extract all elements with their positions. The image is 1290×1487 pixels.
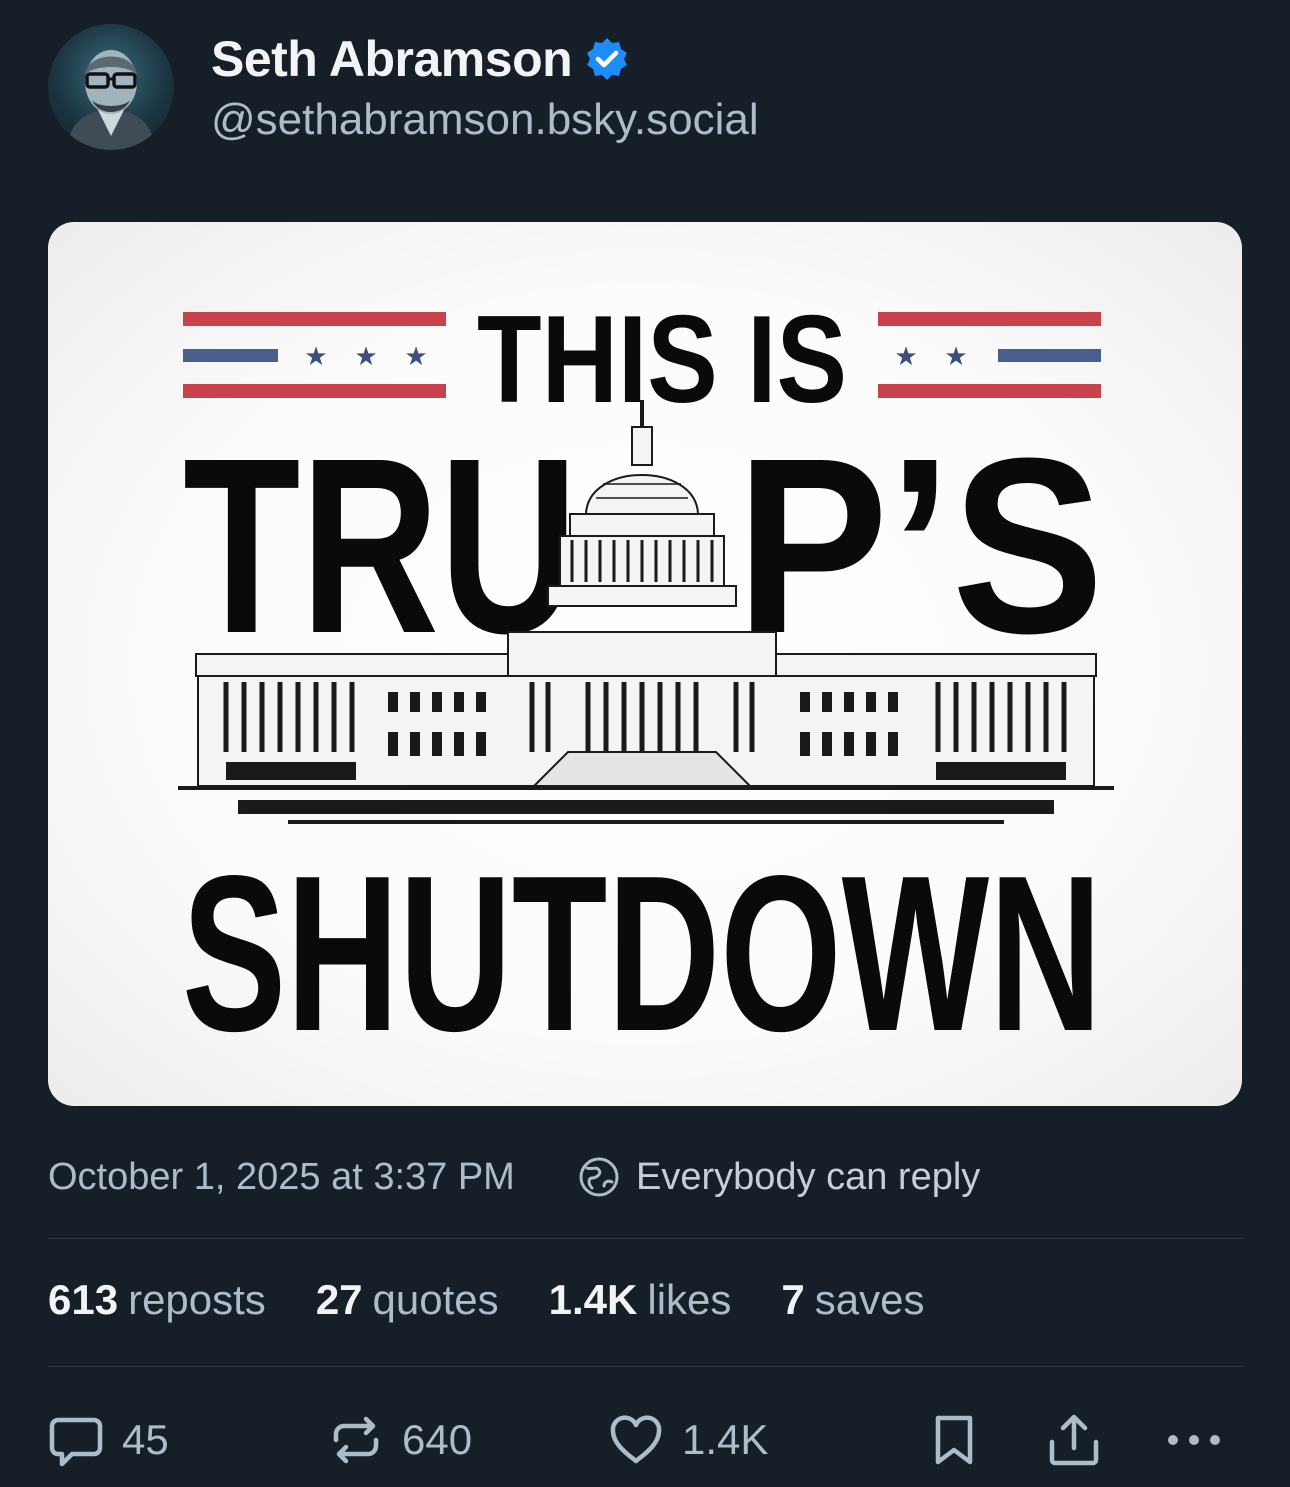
reposts-label: reposts — [128, 1276, 266, 1323]
globe-icon — [578, 1156, 620, 1198]
author-name-row[interactable]: Seth Abramson — [211, 28, 630, 90]
share-icon — [1049, 1414, 1099, 1466]
shutdown-poster: ★ ★ ★ ★ ★ THIS IS TRU P’S SHUTDOWN — [178, 291, 1114, 1078]
likes-stat[interactable]: 1.4K likes — [549, 1276, 732, 1324]
quotes-label: quotes — [372, 1276, 499, 1323]
divider — [48, 1366, 1242, 1367]
reposts-count: 613 — [48, 1276, 119, 1323]
svg-text:★: ★ — [944, 342, 967, 372]
saves-stat[interactable]: 7 saves — [781, 1276, 924, 1324]
bookmark-icon — [935, 1415, 973, 1465]
quotes-stat[interactable]: 27 quotes — [316, 1276, 499, 1324]
verified-check-icon[interactable] — [584, 36, 630, 82]
saves-count: 7 — [781, 1276, 805, 1323]
reposts-stat[interactable]: 613 reposts — [48, 1276, 266, 1324]
author-display-name[interactable]: Seth Abramson — [211, 30, 573, 88]
svg-text:★: ★ — [304, 342, 327, 372]
reply-count: 45 — [122, 1416, 169, 1463]
svg-text:★: ★ — [354, 342, 377, 372]
like-button[interactable]: 1.4K — [608, 1408, 768, 1472]
repost-button[interactable]: 640 — [328, 1408, 472, 1472]
right-stripes: ★ ★ — [878, 312, 1101, 398]
likes-count: 1.4K — [548, 1276, 638, 1323]
left-stripes: ★ ★ ★ — [183, 312, 446, 398]
ellipsis-icon — [1168, 1435, 1220, 1445]
reply-setting-label: Everybody can reply — [636, 1155, 981, 1198]
poster-line-2-right: P’S — [736, 406, 1104, 685]
quotes-count: 27 — [315, 1276, 363, 1323]
avatar-illustration — [66, 50, 156, 150]
post-timestamp[interactable]: October 1, 2025 at 3:37 PM — [48, 1156, 515, 1199]
reply-button[interactable]: 45 — [48, 1408, 169, 1472]
author-handle[interactable]: @sethabramson.bsky.social — [211, 95, 759, 145]
svg-text:★: ★ — [404, 342, 427, 372]
likes-label: likes — [647, 1276, 732, 1323]
more-options-button[interactable] — [1164, 1408, 1224, 1472]
reply-setting[interactable]: Everybody can reply — [578, 1154, 980, 1200]
divider — [48, 1238, 1242, 1239]
like-count: 1.4K — [682, 1416, 769, 1463]
share-button[interactable] — [1046, 1408, 1102, 1472]
poster-line-3: SHUTDOWN — [182, 830, 1102, 1078]
bookmark-button[interactable] — [926, 1408, 982, 1472]
heart-icon — [610, 1415, 662, 1464]
repost-count: 640 — [402, 1416, 473, 1463]
saves-label: saves — [814, 1276, 925, 1323]
avatar[interactable] — [48, 24, 174, 150]
repost-icon — [333, 1416, 379, 1464]
reply-icon — [49, 1417, 103, 1467]
post-image[interactable]: ★ ★ ★ ★ ★ THIS IS TRU P’S SHUTDOWN — [48, 222, 1242, 1106]
svg-text:★: ★ — [894, 342, 917, 372]
engagement-stats: 613 reposts 27 quotes 1.4K likes 7 saves — [48, 1276, 974, 1332]
